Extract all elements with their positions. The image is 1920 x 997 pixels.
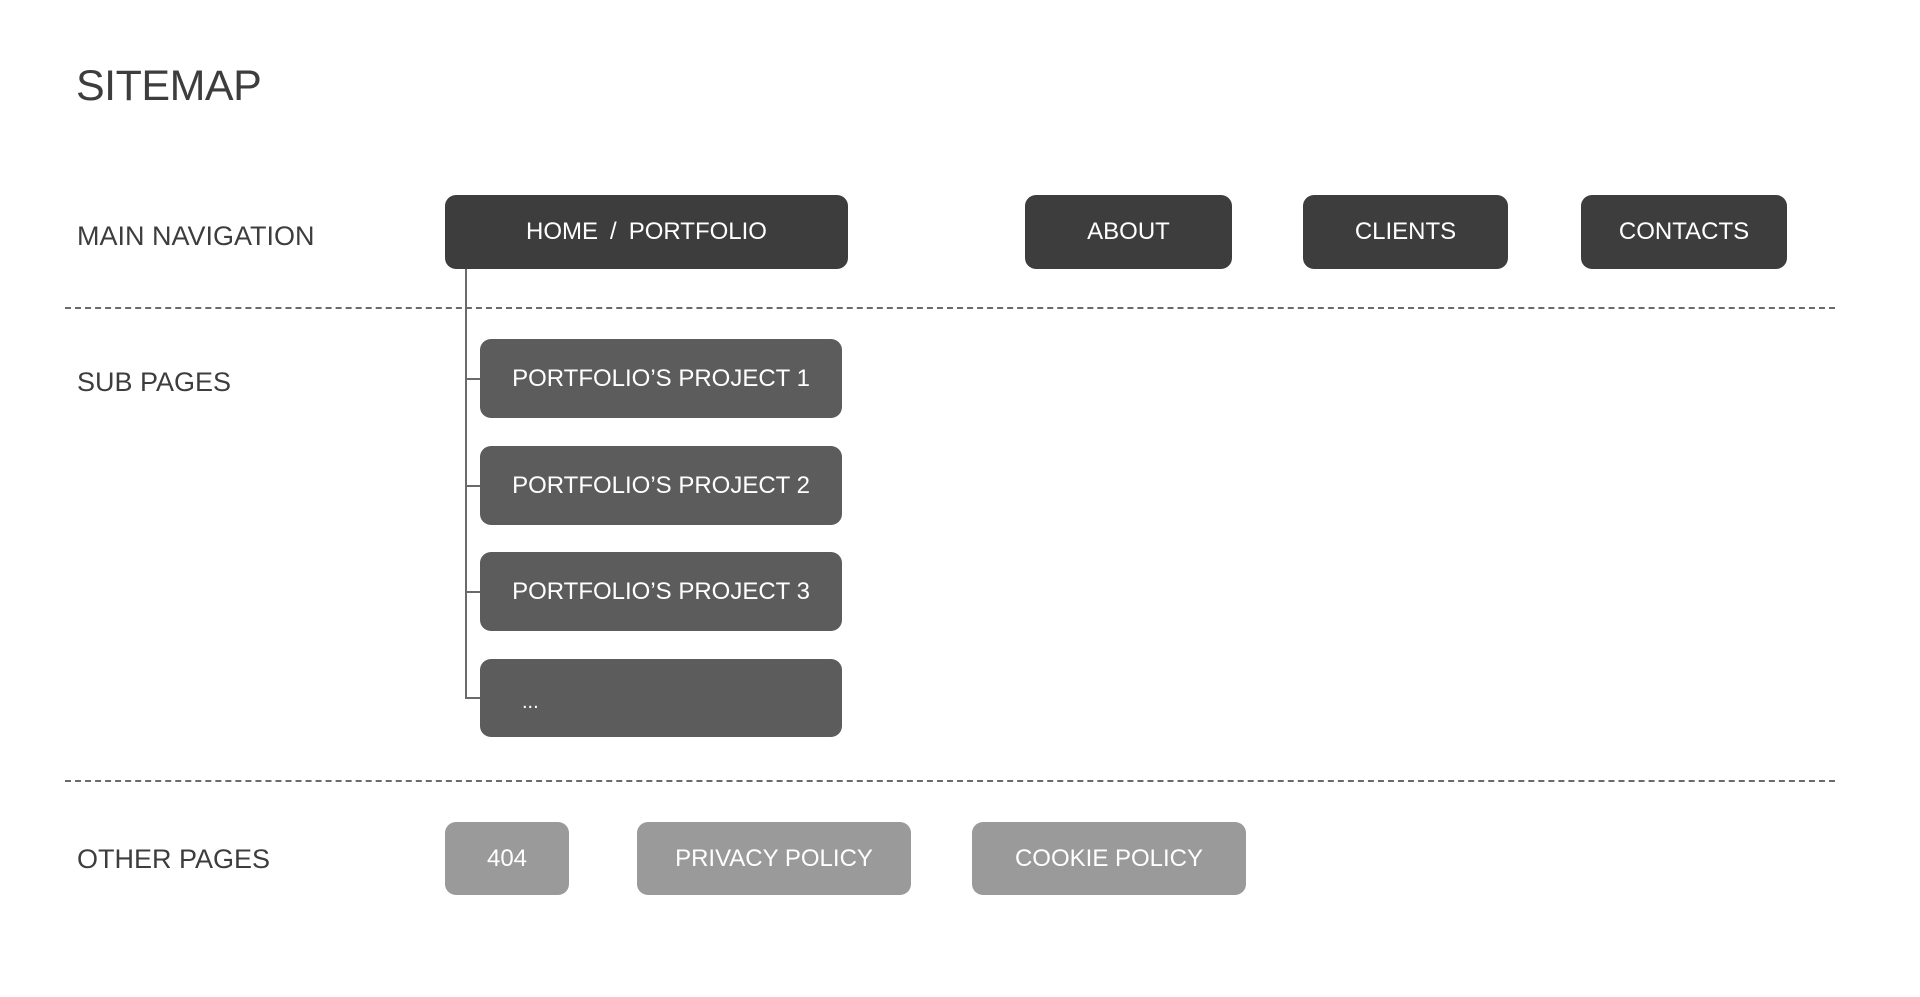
other-page-node-404[interactable]: 404 bbox=[445, 822, 569, 895]
nav-node-label-portfolio: PORTFOLIO bbox=[628, 218, 767, 245]
section-label-main-navigation: MAIN NAVIGATION bbox=[77, 221, 315, 251]
nav-node-label: ABOUT bbox=[1087, 218, 1170, 245]
tree-connector-branch bbox=[465, 697, 480, 699]
sub-page-label: PORTFOLIO’S PROJECT 2 bbox=[512, 471, 810, 499]
nav-node-contacts[interactable]: CONTACTS bbox=[1581, 195, 1787, 269]
tree-connector-branch bbox=[465, 485, 480, 487]
sub-page-node-project-3[interactable]: PORTFOLIO’S PROJECT 3 bbox=[480, 552, 842, 631]
other-page-label: COOKIE POLICY bbox=[1014, 844, 1204, 872]
section-divider bbox=[65, 307, 1835, 309]
section-label-other-pages: OTHER PAGES bbox=[77, 844, 271, 874]
sub-page-node-more[interactable]: ... bbox=[480, 659, 842, 737]
sub-page-label: PORTFOLIO’S PROJECT 1 bbox=[512, 364, 810, 392]
sub-page-label: PORTFOLIO’S PROJECT 3 bbox=[512, 577, 810, 605]
other-page-label: 404 bbox=[486, 844, 528, 872]
section-label-sub-pages: SUB PAGES bbox=[77, 367, 232, 397]
nav-node-about[interactable]: ABOUT bbox=[1025, 195, 1232, 269]
sub-page-node-project-1[interactable]: PORTFOLIO’S PROJECT 1 bbox=[480, 339, 842, 418]
page-title: SITEMAP bbox=[76, 62, 262, 110]
sub-page-label: ... bbox=[522, 690, 539, 713]
tree-connector-branch bbox=[465, 378, 480, 380]
other-page-node-privacy-policy[interactable]: PRIVACY POLICY bbox=[637, 822, 911, 895]
nav-node-home-portfolio[interactable]: HOME / PORTFOLIO bbox=[445, 195, 848, 269]
nav-node-separator: / bbox=[610, 218, 617, 245]
sub-page-node-project-2[interactable]: PORTFOLIO’S PROJECT 2 bbox=[480, 446, 842, 525]
other-page-label: PRIVACY POLICY bbox=[675, 844, 873, 872]
nav-node-label: CLIENTS bbox=[1354, 218, 1457, 245]
nav-node-clients[interactable]: CLIENTS bbox=[1303, 195, 1508, 269]
other-page-node-cookie-policy[interactable]: COOKIE POLICY bbox=[972, 822, 1246, 895]
tree-connector-branch bbox=[465, 591, 480, 593]
nav-node-label-home: HOME bbox=[526, 218, 599, 245]
section-divider bbox=[65, 780, 1835, 782]
nav-node-label: CONTACTS bbox=[1618, 218, 1750, 245]
tree-connector-vertical bbox=[465, 269, 467, 699]
